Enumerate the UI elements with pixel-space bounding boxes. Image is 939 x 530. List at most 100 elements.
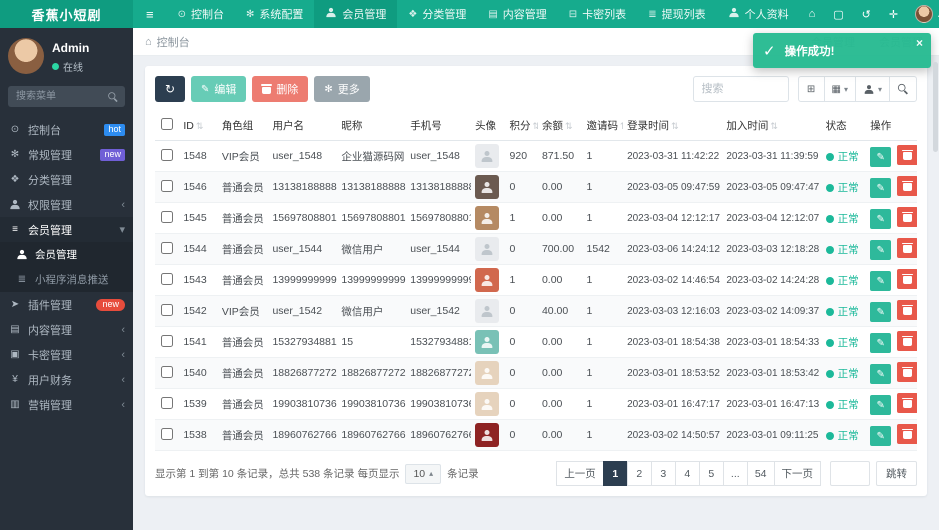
row-edit-button[interactable]: ✎ xyxy=(870,426,892,447)
row-delete-button[interactable] xyxy=(897,361,917,382)
clear-cache-icon[interactable]: ▢ xyxy=(824,8,852,21)
page-button[interactable]: 2 xyxy=(626,461,652,486)
row-checkbox[interactable] xyxy=(161,427,174,440)
row-edit-button[interactable]: ✎ xyxy=(870,364,892,385)
page-button[interactable]: 上一页 xyxy=(556,461,604,486)
sidebar-item[interactable]: ➤ 插件管理 new xyxy=(0,292,133,317)
status-dot-icon xyxy=(825,307,834,316)
status-dot-icon xyxy=(825,276,834,285)
user-avatar xyxy=(475,144,500,168)
topnav-item[interactable]: ❖ 分类管理 xyxy=(397,0,477,28)
members-table: ID⇅角色组用户名昵称手机号头像积分⇅余额⇅邀请码⇅登录时间⇅加入时间⇅状态操作… xyxy=(155,111,917,451)
row-delete-button[interactable] xyxy=(897,299,917,320)
columns-button[interactable]: ▦ ▾ xyxy=(823,76,856,102)
sidebar-item[interactable]: ▣ 卡密管理 ‹ xyxy=(0,342,133,367)
row-delete-button[interactable] xyxy=(897,392,917,413)
column-header[interactable]: 邀请码⇅ xyxy=(582,111,624,141)
topnav-item[interactable]: 个人资料 xyxy=(717,0,800,28)
column-header[interactable]: 加入时间 ⇅ xyxy=(722,111,822,141)
page-button[interactable]: ... xyxy=(722,461,748,486)
page-size-dropdown[interactable]: 10 ▴ xyxy=(405,463,442,484)
row-checkbox[interactable] xyxy=(161,334,174,347)
row-edit-button[interactable]: ✎ xyxy=(870,178,892,199)
row-delete-button[interactable] xyxy=(897,175,917,196)
page-button[interactable]: 5 xyxy=(698,461,724,486)
row-delete-button[interactable] xyxy=(897,330,917,351)
row-delete-button[interactable] xyxy=(897,423,917,444)
sort-icon: ⇅ xyxy=(195,120,204,131)
refresh-icon[interactable]: ↺ xyxy=(853,8,880,21)
row-delete-button[interactable] xyxy=(897,144,917,165)
row-edit-button[interactable]: ✎ xyxy=(870,147,892,168)
search-button[interactable] xyxy=(889,76,917,102)
topnav-item[interactable]: ≣ 提现列表 xyxy=(637,0,716,28)
column-header: 手机号 xyxy=(406,111,472,141)
scrollbar-thumb[interactable] xyxy=(933,62,938,152)
home-icon[interactable]: ⌂ xyxy=(145,36,152,48)
sidebar-item[interactable]: ❖ 分类管理 xyxy=(0,167,133,192)
row-delete-button[interactable] xyxy=(897,237,917,258)
refresh-button[interactable]: ↻ xyxy=(155,76,185,102)
table-search-input[interactable] xyxy=(692,76,789,102)
row-checkbox[interactable] xyxy=(161,303,174,316)
row-checkbox[interactable] xyxy=(161,210,174,223)
sidebar-item[interactable]: ▤ 内容管理 ‹ xyxy=(0,317,133,342)
cell-join-time: 2023-03-05 09:47:47 xyxy=(722,171,822,203)
row-checkbox[interactable] xyxy=(161,179,174,192)
row-checkbox[interactable] xyxy=(161,241,174,254)
row-edit-button[interactable]: ✎ xyxy=(870,240,892,261)
paging-toggle-button[interactable]: ⊞ xyxy=(797,76,825,102)
column-header[interactable]: 积分⇅ xyxy=(505,111,538,141)
fullscreen-icon[interactable]: ✛ xyxy=(880,8,907,21)
more-button[interactable]: ✻ 更多 xyxy=(314,76,370,102)
row-edit-button[interactable]: ✎ xyxy=(870,209,892,230)
sidebar-item[interactable]: ✻ 常规管理 new xyxy=(0,142,133,167)
edit-button[interactable]: ✎ 编辑 xyxy=(191,76,247,102)
row-checkbox[interactable] xyxy=(161,365,174,378)
export-button[interactable]: ▾ xyxy=(854,76,890,102)
column-header[interactable]: ID ⇅ xyxy=(179,111,218,141)
topnav-item[interactable]: ▤ 内容管理 xyxy=(477,0,557,28)
jump-page-input[interactable] xyxy=(830,461,870,486)
home-icon[interactable]: ⌂ xyxy=(800,8,825,21)
row-delete-button[interactable] xyxy=(897,268,917,289)
row-checkbox[interactable] xyxy=(161,272,174,285)
row-edit-button[interactable]: ✎ xyxy=(870,302,892,323)
close-icon[interactable]: × xyxy=(916,36,923,50)
sidebar-subitem[interactable]: 会员管理 xyxy=(0,242,133,267)
topnav-item-icon: ⊙ xyxy=(177,8,186,20)
sidebar-item[interactable]: ▥ 营销管理 ‹ xyxy=(0,392,133,417)
chevron-icon: ‹ xyxy=(121,348,125,361)
row-edit-button[interactable]: ✎ xyxy=(870,271,892,292)
sidebar-subitem[interactable]: ≣ 小程序消息推送 xyxy=(0,267,133,292)
row-edit-button[interactable]: ✎ xyxy=(870,333,892,354)
page-button[interactable]: 1 xyxy=(602,461,628,486)
topnav-item[interactable]: ✻ 系统配置 xyxy=(235,0,314,28)
hamburger-icon[interactable]: ≡ xyxy=(133,0,167,28)
page-button[interactable]: 4 xyxy=(674,461,700,486)
row-delete-button[interactable] xyxy=(897,206,917,227)
table-body: 1548 VIP会员 user_1548 企业猫源码网 user_1548 92… xyxy=(155,140,917,451)
sidebar-item[interactable]: ⊙ 控制台 hot xyxy=(0,117,133,142)
jump-button[interactable]: 跳转 xyxy=(876,461,917,486)
delete-button[interactable]: 删除 xyxy=(252,76,309,102)
row-edit-button[interactable]: ✎ xyxy=(870,395,892,416)
row-checkbox[interactable] xyxy=(161,396,174,409)
row-checkbox[interactable] xyxy=(161,148,174,161)
sidebar-item[interactable]: ¥ 用户财务 ‹ xyxy=(0,367,133,392)
column-header[interactable]: 登录时间 ⇅ xyxy=(623,111,723,141)
topnav-item[interactable]: ⊟ 卡密列表 xyxy=(558,0,637,28)
topnav-item[interactable]: ⊙ 控制台 xyxy=(167,0,235,28)
sidebar-item[interactable]: 权限管理 ‹ xyxy=(0,192,133,217)
page-button[interactable]: 下一页 xyxy=(773,461,821,486)
admin-avatar[interactable] xyxy=(915,5,934,23)
sidebar-avatar[interactable] xyxy=(8,38,44,74)
column-header[interactable]: 余额 ⇅ xyxy=(537,111,583,141)
cell-id: 1542 xyxy=(179,295,218,327)
page-button[interactable]: 3 xyxy=(650,461,676,486)
sidebar-item[interactable]: ≡ 会员管理 ▾ xyxy=(0,217,133,242)
page-button[interactable]: 54 xyxy=(746,461,775,486)
submenu-icon xyxy=(15,249,29,260)
select-all-checkbox[interactable] xyxy=(161,118,174,130)
topnav-item[interactable]: 会员管理 xyxy=(314,0,398,28)
